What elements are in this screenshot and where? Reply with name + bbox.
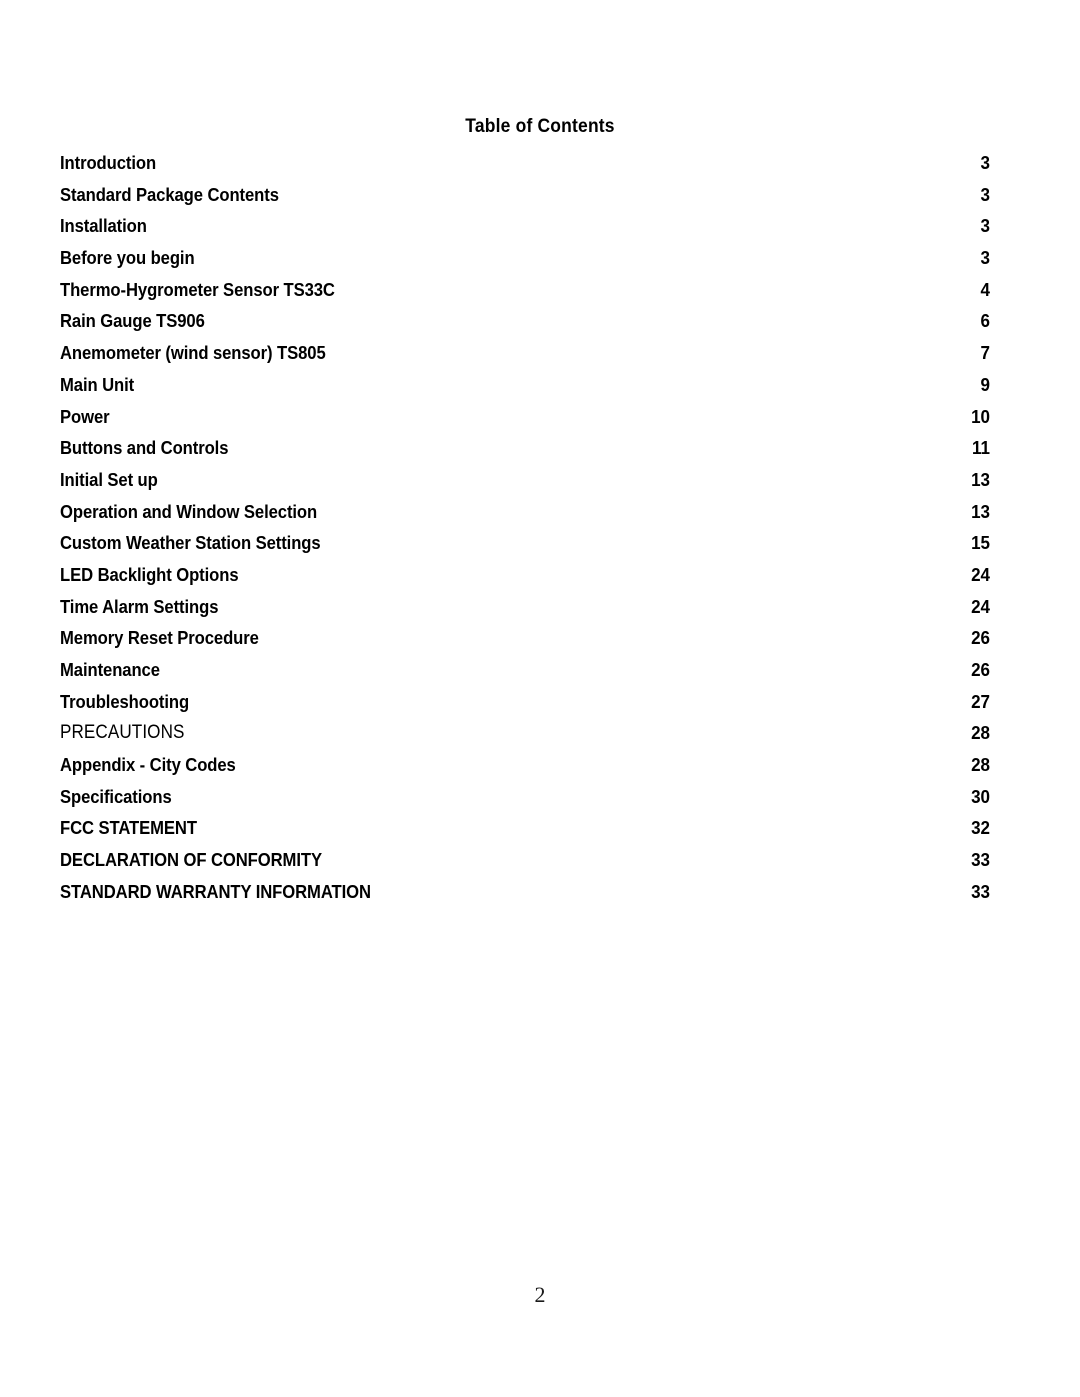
toc-row[interactable]: Memory Reset Procedure 26 <box>60 622 990 654</box>
toc-row[interactable]: Thermo-Hygrometer Sensor TS33C 4 <box>60 274 990 306</box>
toc-row[interactable]: LED Backlight Options 24 <box>60 559 990 591</box>
toc-entry-label[interactable]: Specifications <box>60 781 172 813</box>
toc-entry-page-number: 27 <box>971 690 990 712</box>
toc-entry-label[interactable]: DECLARATION OF CONFORMITY <box>60 844 322 876</box>
toc-entry-label[interactable]: Thermo-Hygrometer Sensor TS33C <box>60 274 335 306</box>
toc-entry-label[interactable]: Power <box>60 401 110 433</box>
toc-row[interactable]: Power 10 <box>60 401 990 433</box>
toc-entry-page-number: 24 <box>971 595 990 617</box>
document-page: Table of Contents Introduction 3 Standard … <box>0 0 1080 1397</box>
toc-entry-page-number: 7 <box>980 342 990 364</box>
toc-entry-label[interactable]: Rain Gauge TS906 <box>60 305 205 337</box>
toc-entry-label[interactable]: Buttons and Controls <box>60 432 228 464</box>
toc-entry-label[interactable]: Time Alarm Settings <box>60 591 218 623</box>
toc-row[interactable]: Troubleshooting 27 <box>60 686 990 718</box>
toc-entry-label[interactable]: Initial Set up <box>60 464 158 496</box>
toc-entry-page-number: 30 <box>971 785 990 807</box>
toc-entry-label[interactable]: LED Backlight Options <box>60 559 239 591</box>
toc-entry-page-number: 3 <box>980 215 990 237</box>
toc-entry-page-number: 33 <box>971 880 990 902</box>
toc-entry-page-number: 3 <box>980 183 990 205</box>
toc-entry-page-number: 9 <box>980 373 990 395</box>
toc-row[interactable]: Initial Set up 13 <box>60 464 990 496</box>
toc-entry-label[interactable]: Memory Reset Procedure <box>60 622 259 654</box>
footer-page-number: 2 <box>534 1282 546 1307</box>
toc-row[interactable]: Time Alarm Settings 24 <box>60 591 990 623</box>
toc-row[interactable]: Introduction 3 <box>60 147 990 179</box>
toc-entry-label[interactable]: Troubleshooting <box>60 686 189 718</box>
toc-entry-label[interactable]: Main Unit <box>60 369 134 401</box>
toc-entry-page-number: 26 <box>971 627 990 649</box>
toc-entry-page-number: 15 <box>971 532 990 554</box>
toc-entry-page-number: 3 <box>980 247 990 269</box>
toc-row[interactable]: Main Unit 9 <box>60 369 990 401</box>
toc-row[interactable]: Operation and Window Selection 13 <box>60 496 990 528</box>
toc-row[interactable]: DECLARATION OF CONFORMITY 33 <box>60 844 990 876</box>
toc-entry-label[interactable]: STANDARD WARRANTY INFORMATION <box>60 876 371 908</box>
toc-row[interactable]: FCC STATEMENT 32 <box>60 812 990 844</box>
toc-row[interactable]: Appendix - City Codes 28 <box>60 749 990 781</box>
toc-entry-page-number: 11 <box>972 437 990 459</box>
toc-row[interactable]: Standard Package Contents 3 <box>60 179 990 211</box>
toc-row[interactable]: Installation 3 <box>60 210 990 242</box>
toc-entry-label[interactable]: Before you begin <box>60 242 195 274</box>
toc-entry-label[interactable]: Operation and Window Selection <box>60 496 317 528</box>
toc-entry-page-number: 26 <box>971 659 990 680</box>
toc-entry-label[interactable]: Standard Package Contents <box>60 179 279 211</box>
toc-entry-label[interactable]: Maintenance <box>60 654 160 686</box>
toc-row[interactable]: Anemometer (wind sensor) TS805 7 <box>60 337 990 369</box>
toc-row[interactable]: Specifications 30 <box>60 781 990 813</box>
toc-row[interactable]: Rain Gauge TS906 6 <box>60 305 990 337</box>
toc-entry-page-number: 28 <box>971 754 990 776</box>
toc-entry-page-number: 28 <box>971 722 990 744</box>
toc-row[interactable]: STANDARD WARRANTY INFORMATION 33 <box>60 876 990 908</box>
toc-entry-page-number: 13 <box>971 500 990 522</box>
toc-row[interactable]: Before you begin 3 <box>60 242 990 274</box>
toc-entry-label[interactable]: Anemometer (wind sensor) TS805 <box>60 337 326 369</box>
toc-row[interactable]: Custom Weather Station Settings 15 <box>60 527 990 559</box>
toc-entry-page-number: 4 <box>980 278 990 300</box>
toc-entry-label[interactable]: Appendix - City Codes <box>60 749 236 781</box>
toc-entry-page-number: 13 <box>971 468 990 490</box>
table-of-contents-list: Introduction 3 Standard Package Contents 3 I… <box>60 147 990 908</box>
toc-entry-label[interactable]: Custom Weather Station Settings <box>60 527 321 559</box>
toc-row[interactable]: Buttons and Controls 11 <box>60 432 990 464</box>
toc-row[interactable]: Maintenance 26 <box>60 654 990 686</box>
toc-entry-label[interactable]: Installation <box>60 210 147 242</box>
toc-entry-page-number: 24 <box>971 563 990 585</box>
toc-entry-page-number: 6 <box>980 310 990 332</box>
toc-entry-label[interactable]: Introduction <box>60 147 156 179</box>
toc-entry-page-number: 33 <box>971 849 990 871</box>
page-title: Table of Contents <box>465 116 615 137</box>
toc-entry-label[interactable]: PRECAUTIONS <box>60 717 185 749</box>
toc-entry-page-number: 3 <box>980 152 990 173</box>
toc-row[interactable]: PRECAUTIONS 28 <box>60 717 990 749</box>
toc-entry-page-number: 32 <box>971 817 990 839</box>
toc-entry-page-number: 10 <box>971 405 990 427</box>
toc-entry-label[interactable]: FCC STATEMENT <box>60 812 197 844</box>
